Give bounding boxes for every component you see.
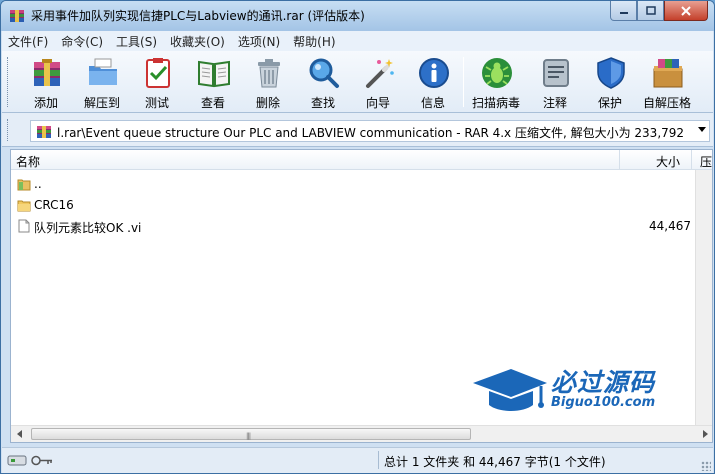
test-label: 测试 — [144, 96, 169, 110]
menu-options[interactable]: 选项(N) — [238, 33, 280, 50]
wizard-label: 向导 — [365, 96, 390, 110]
protect-button[interactable]: 保护 — [583, 54, 637, 112]
path-text: l.rar\Event queue structure Our PLC and … — [57, 126, 687, 140]
file-name: CRC16 — [34, 198, 74, 212]
toolbar: 添加 解压到 测试 查看 删除 查找 向导 信息 扫描病毒 注释 保护 自解压格 — [2, 51, 713, 113]
toolbar-separator — [463, 57, 464, 107]
find-icon — [309, 58, 339, 88]
scroll-grip-icon: ||| — [246, 432, 251, 440]
info-icon — [419, 58, 449, 88]
delete-label: 删除 — [255, 96, 280, 110]
comment-label: 注释 — [542, 96, 567, 110]
protect-label: 保护 — [597, 96, 622, 110]
list-item-file[interactable]: 队列元素比较OK .vi 44,467 — [11, 216, 697, 236]
scrollbar-thumb[interactable]: ||| — [31, 428, 471, 440]
column-name[interactable]: 名称 — [16, 153, 40, 170]
menu-commands[interactable]: 命令(C) — [61, 33, 103, 50]
find-label: 查找 — [310, 96, 335, 110]
column-divider[interactable] — [619, 150, 620, 170]
extract-to-icon — [89, 58, 117, 85]
menu-favorites[interactable]: 收藏夹(O) — [170, 33, 225, 50]
info-label: 信息 — [420, 96, 445, 110]
view-button[interactable]: 查看 — [186, 54, 240, 112]
graduation-cap-icon — [473, 369, 547, 411]
list-item-parent[interactable]: .. — [11, 174, 697, 194]
sfx-button[interactable]: 自解压格 — [640, 54, 694, 112]
scan-virus-button[interactable]: 扫描病毒 — [469, 54, 523, 112]
menu-tools[interactable]: 工具(S) — [116, 33, 157, 50]
sfx-icon — [653, 59, 683, 88]
list-item-folder[interactable]: CRC16 — [11, 195, 697, 215]
scan-virus-icon — [482, 58, 512, 88]
find-button[interactable]: 查找 — [296, 54, 350, 112]
file-name: .. — [34, 177, 42, 191]
status-summary: 总计 1 文件夹 和 44,467 字节(1 个文件) — [384, 455, 606, 469]
scroll-right-icon[interactable] — [701, 430, 709, 438]
status-bar: 总计 1 文件夹 和 44,467 字节(1 个文件) — [2, 447, 713, 473]
menu-bar: 文件(F) 命令(C) 工具(S) 收藏夹(O) 选项(N) 帮助(H) — [2, 31, 713, 51]
main-window: 采用事件加队列实现信捷PLC与Labview的通讯.rar (评估版本) 文件(… — [0, 0, 715, 474]
menu-file[interactable]: 文件(F) — [8, 33, 48, 50]
shield-icon — [597, 57, 625, 89]
winrar-app-icon — [10, 10, 24, 22]
sfx-label: 自解压格 — [642, 96, 691, 110]
status-separator — [378, 451, 379, 469]
comment-icon — [543, 59, 569, 87]
vertical-scrollbar[interactable] — [695, 170, 712, 427]
close-icon — [681, 5, 691, 16]
column-size[interactable]: 大小 — [656, 153, 680, 170]
window-controls — [610, 1, 708, 21]
info-button[interactable]: 信息 — [406, 54, 460, 112]
scroll-left-icon[interactable] — [16, 430, 24, 438]
toolbar-grip[interactable] — [7, 57, 11, 107]
minimize-icon — [619, 11, 628, 14]
archive-icon — [37, 126, 51, 138]
wizard-button[interactable]: 向导 — [351, 54, 405, 112]
column-header: 名称 大小 压 — [11, 150, 712, 170]
extract-to-label: 解压到 — [83, 96, 120, 110]
close-button[interactable] — [664, 1, 708, 21]
maximize-icon — [645, 5, 656, 15]
column-packed[interactable]: 压 — [700, 153, 712, 170]
test-button[interactable]: 测试 — [130, 54, 184, 112]
minimize-button[interactable] — [610, 1, 637, 21]
resize-grip[interactable] — [701, 461, 711, 471]
column-divider[interactable] — [691, 150, 692, 170]
add-label: 添加 — [33, 96, 58, 110]
address-bar: l.rar\Event queue structure Our PLC and … — [2, 113, 713, 147]
file-name: 队列元素比较OK .vi — [34, 221, 142, 235]
horizontal-scrollbar[interactable]: ||| — [11, 425, 712, 442]
add-button[interactable]: 添加 — [19, 54, 73, 112]
comment-button[interactable]: 注释 — [528, 54, 582, 112]
address-grip[interactable] — [7, 119, 11, 141]
file-size: 44,467 — [649, 219, 691, 233]
watermark-title: 必过源码 — [551, 368, 656, 397]
path-combobox[interactable]: l.rar\Event queue structure Our PLC and … — [30, 120, 710, 142]
view-label: 查看 — [200, 96, 225, 110]
chevron-down-icon[interactable] — [698, 127, 706, 132]
parent-folder-icon — [17, 179, 31, 191]
file-icon — [18, 219, 30, 233]
wizard-icon — [366, 59, 394, 88]
scan-virus-label: 扫描病毒 — [471, 96, 520, 110]
watermark-url: Biguo100.com — [551, 395, 656, 410]
maximize-button[interactable] — [637, 1, 664, 21]
add-archive-icon — [34, 59, 60, 86]
delete-icon — [258, 59, 280, 88]
delete-button[interactable]: 删除 — [241, 54, 295, 112]
folder-icon — [17, 200, 31, 212]
watermark: 必过源码 Biguo100.com — [471, 363, 691, 417]
menu-help[interactable]: 帮助(H) — [293, 33, 335, 50]
extract-to-button[interactable]: 解压到 — [75, 54, 129, 112]
test-icon — [146, 58, 170, 88]
view-icon — [198, 60, 230, 88]
drive-key-icon — [7, 455, 52, 466]
window-title: 采用事件加队列实现信捷PLC与Labview的通讯.rar (评估版本) — [31, 9, 365, 23]
title-bar[interactable]: 采用事件加队列实现信捷PLC与Labview的通讯.rar (评估版本) — [1, 1, 714, 31]
